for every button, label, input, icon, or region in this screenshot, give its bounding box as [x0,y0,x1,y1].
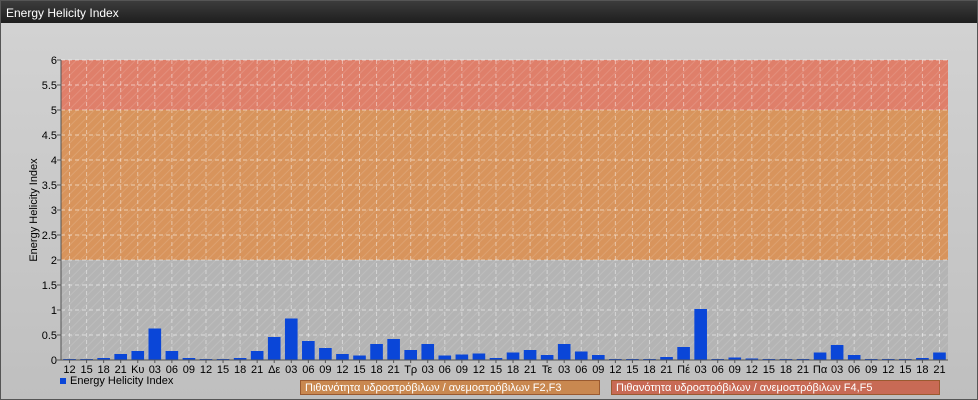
legend-band-f4f5: Πιθανότητα υδροστρόβιλων / ανεμοστρόβιλω… [611,380,940,395]
bar-37 [694,309,707,360]
x-tick-label: 09 [456,364,468,376]
bar-29 [557,344,571,360]
x-tick-label: Τρ [404,364,417,376]
legend-series-label: Energy Helicity Index [70,375,174,387]
x-tick-label: 18 [507,364,519,376]
bar-44 [813,352,827,360]
x-tick-label: 21 [933,364,945,376]
x-tick-label: 06 [848,364,860,376]
x-tick-label: 18 [370,364,382,376]
bar-16 [336,354,349,360]
legend-series: Energy Helicity Index [60,375,173,387]
bar-28 [540,355,554,360]
ehi-chart: 00.511.522.533.544.555.56 12 15 18 21 Κυ 03 06… [28,55,948,376]
x-tick-label: 18 [916,364,928,376]
x-tick-label: 21 [388,364,400,376]
y-tick-label: 1 [51,305,57,317]
bar-17 [353,355,366,360]
x-tick-label: 15 [490,364,502,376]
y-tick-label: 0.5 [42,330,57,342]
bar-3 [114,354,128,360]
x-tick-label: 15 [217,364,229,376]
x-tick-label: Πέ [677,364,690,376]
bar-4 [131,351,145,360]
x-tick-label: Τε [542,364,553,376]
x-tick-label: 12 [336,364,348,376]
bar-18 [370,344,383,360]
y-tick-label: 1.5 [42,280,57,292]
x-tick-label: 21 [660,364,672,376]
bar-13 [284,318,298,360]
x-tick-label: 03 [558,364,570,376]
legend-band-f2f3: Πιθανότητα υδροστρόβιλων / ανεμοστρόβιλω… [300,380,600,395]
y-tick-label: 3.5 [42,180,57,192]
bar-46 [847,355,861,360]
bar-24 [472,353,486,360]
bar-36 [677,347,690,360]
x-tick-label: 18 [643,364,655,376]
y-tick-label: 0 [51,355,57,367]
y-tick-label: 5.5 [42,80,57,92]
x-tick-label: 09 [729,364,741,376]
x-tick-label: 09 [319,364,331,376]
x-tick-label: 12 [473,364,485,376]
x-tick-label: 06 [575,364,587,376]
bar-11 [250,351,264,360]
x-tick-label: 21 [251,364,263,376]
bar-6 [165,351,179,360]
bar-31 [592,355,605,360]
bar-51 [933,352,946,360]
y-axis-label: Energy Helicity Index [28,158,40,262]
y-tick-label: 4 [51,155,57,167]
x-tick-label: 15 [626,364,638,376]
bar-27 [523,350,537,360]
x-tick-label: 06 [302,364,314,376]
y-tick-label: 4.5 [42,130,57,142]
bar-26 [506,352,520,360]
x-tick-label: 15 [353,364,365,376]
bar-5 [148,328,162,360]
x-tick-label: 21 [797,364,809,376]
x-tick-label: 03 [695,364,707,376]
x-tick-label: 03 [831,364,843,376]
x-tick-label: 03 [285,364,297,376]
bar-20 [404,350,417,360]
x-tick-label: Δε [268,364,280,376]
x-tick-label: 06 [439,364,451,376]
bar-23 [455,354,469,360]
bar-12 [267,337,281,360]
y-tick-label: 5 [51,105,57,117]
x-tick-label: Πα [813,364,828,376]
x-tick-label: 18 [780,364,792,376]
bar-15 [319,348,332,360]
x-tick-label: 21 [524,364,536,376]
x-tick-label: 09 [592,364,604,376]
bar-19 [387,339,400,360]
y-tick-label: 2.5 [42,230,57,242]
x-tick-label: 03 [422,364,434,376]
bar-45 [830,345,844,360]
x-tick-label: 06 [712,364,724,376]
bar-21 [421,344,435,360]
x-tick-label: 12 [882,364,894,376]
bar-22 [438,355,452,360]
y-tick-label: 6 [51,55,57,67]
legend-swatch [60,378,66,385]
x-tick-label: 09 [183,364,195,376]
x-tick-label: 18 [234,364,246,376]
x-tick-label: 12 [746,364,758,376]
bar-30 [574,351,588,360]
x-tick-label: 12 [609,364,621,376]
x-tick-label: 12 [200,364,212,376]
y-tick-label: 3 [51,205,57,217]
x-tick-label: 15 [763,364,775,376]
y-tick-label: 2 [51,255,57,267]
bar-14 [302,341,315,360]
x-tick-label: 09 [865,364,877,376]
x-tick-label: 15 [899,364,911,376]
